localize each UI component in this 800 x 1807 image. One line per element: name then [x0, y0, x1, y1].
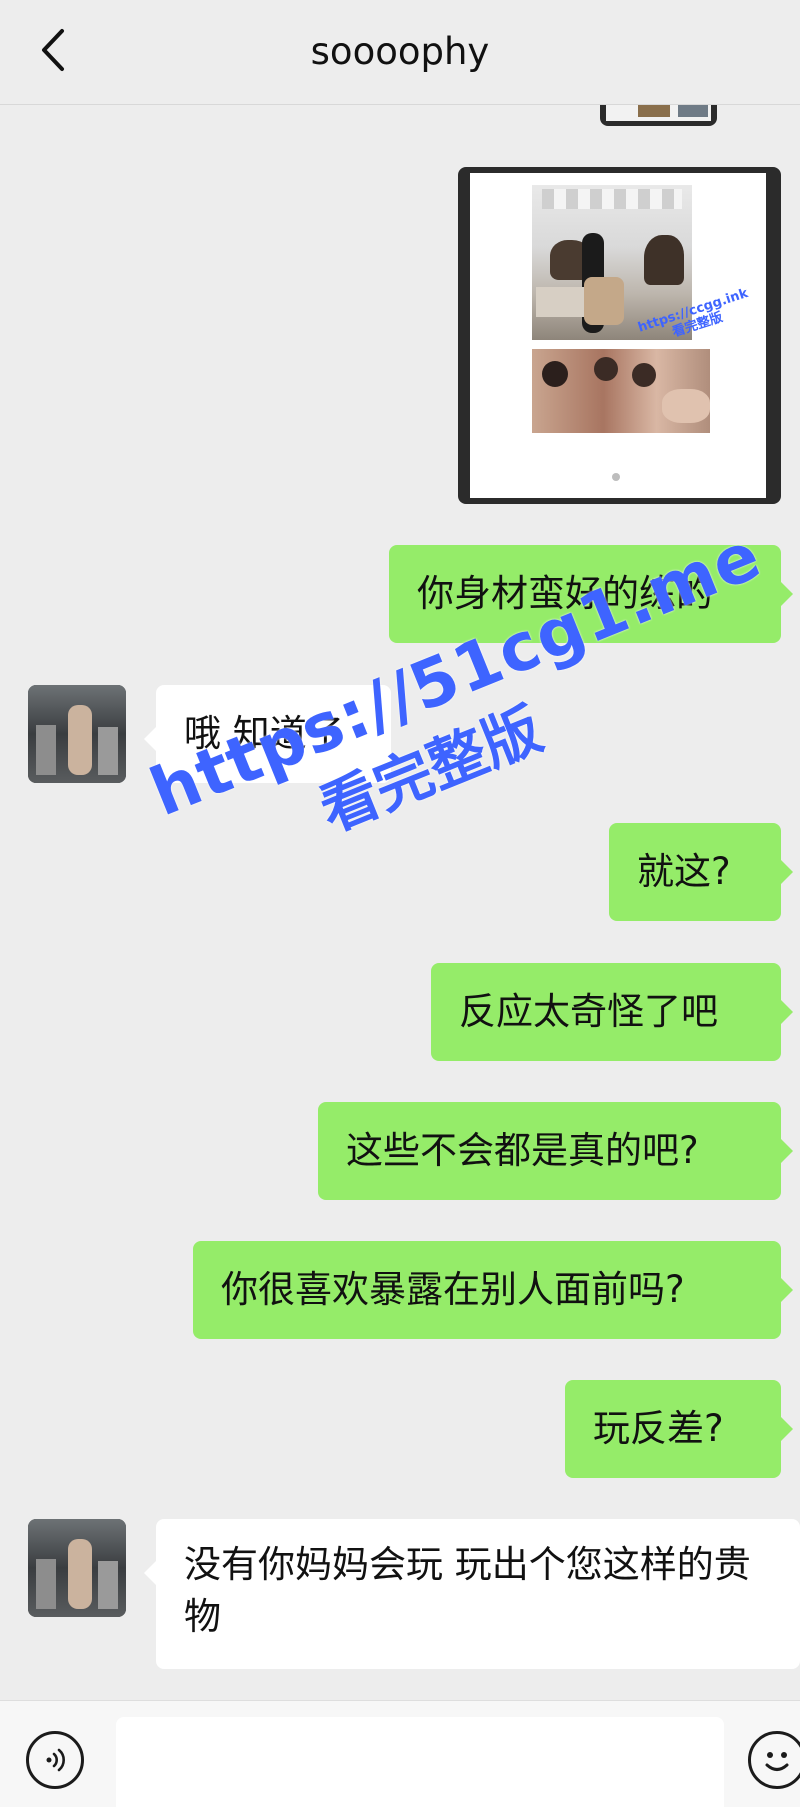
message-bubble-received[interactable]: 哦 知道了 [144, 685, 391, 783]
message-bubble-sent[interactable]: 反应太奇怪了吧 [431, 963, 793, 1061]
message-list[interactable]: https://ccgg.ink 看完整版 你身材蛮好的练的 哦 知道了 就这?… [0, 105, 800, 1700]
message-bubble-sent[interactable]: 这些不会都是真的吧? [318, 1102, 793, 1200]
contact-avatar[interactable] [28, 685, 126, 783]
message-text: 哦 知道了 [184, 712, 344, 755]
chat-title: soooophy [310, 30, 490, 73]
voice-button[interactable] [26, 1731, 84, 1789]
emoji-button[interactable] [748, 1731, 800, 1789]
message-bubble-received[interactable]: 没有你妈妈会玩 玩出个您这样的贵物 [144, 1519, 800, 1669]
emoji-icon [765, 1752, 789, 1771]
message-bubble-sent[interactable]: 玩反差? [565, 1380, 793, 1478]
chat-screen: soooophy https://ccgg.ink 看完整版 你身材蛮好的练的 … [0, 0, 800, 1807]
message-text: 玩反差? [593, 1407, 724, 1450]
voice-icon [46, 1748, 65, 1772]
contact-avatar[interactable] [28, 1519, 126, 1617]
message-bubble-sent[interactable]: 你身材蛮好的练的 [389, 545, 793, 643]
image-message[interactable]: https://ccgg.ink 看完整版 [458, 167, 781, 504]
input-bar [0, 1700, 800, 1807]
previous-image-message[interactable] [600, 105, 717, 126]
message-text: 你很喜欢暴露在别人面前吗? [221, 1268, 685, 1311]
message-text: 没有你妈妈会玩 玩出个您这样的贵物 [184, 1543, 751, 1638]
message-text: 反应太奇怪了吧 [459, 990, 718, 1033]
message-text: 就这? [637, 850, 731, 893]
message-bubble-sent[interactable]: 你很喜欢暴露在别人面前吗? [193, 1241, 793, 1339]
photo-group [532, 349, 710, 433]
message-input[interactable] [116, 1717, 724, 1807]
message-text: 这些不会都是真的吧? [346, 1129, 699, 1172]
chat-header: soooophy [0, 0, 800, 105]
message-bubble-sent[interactable]: 就这? [609, 823, 793, 921]
message-text: 你身材蛮好的练的 [417, 572, 713, 615]
